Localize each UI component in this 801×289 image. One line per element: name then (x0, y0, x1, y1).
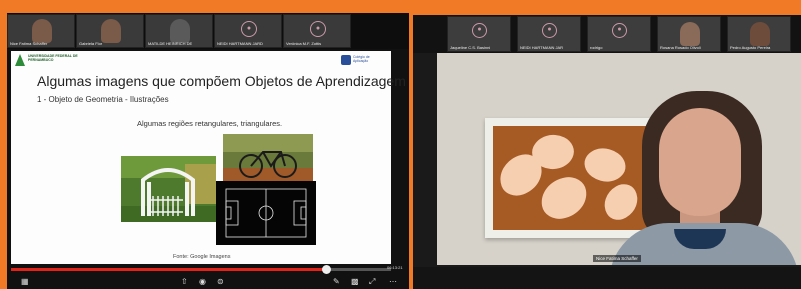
captions-icon[interactable]: ⊜ (217, 277, 224, 287)
wall-painting (485, 118, 655, 238)
grid-icon[interactable]: ▩ (351, 277, 359, 287)
logo-text: Colégio de Aplicação (353, 55, 370, 63)
participant-name: Pedro Augusto Pereira (730, 45, 771, 50)
user-avatar-icon: ● (310, 21, 326, 37)
flower-painting (493, 126, 647, 230)
user-avatar-icon: ● (241, 21, 257, 37)
bicycle-image (223, 134, 313, 184)
player-controls: ▦ ⇧ ◉ ⊜ ✎ ▩ ⤢ ⋯ (7, 275, 409, 289)
speaker-name-tag: Nice Fatima Schaffer (593, 255, 641, 262)
speaker-video (437, 53, 801, 265)
participant-tile[interactable]: ● NEIDI HARTMANN JARD (214, 14, 282, 48)
participant-name: Jaqueline C.S. Basinni (450, 45, 491, 50)
presentation-slide: UNIVERSIDADE FEDERAL DE PERNAMBUCO Colég… (11, 51, 406, 264)
participant-video (170, 19, 190, 43)
participant-video (750, 22, 770, 46)
bottom-bar (413, 267, 801, 289)
slide-title: Algumas imagens que compõem Objetos de A… (37, 73, 406, 89)
progress-fill (11, 268, 327, 271)
participant-tile[interactable]: ● rodrigo (587, 16, 651, 52)
participant-name: Gabriela Flor (79, 41, 103, 46)
participant-name: NEIDI HARTMANN JAR (520, 45, 564, 50)
share-icon[interactable]: ⇧ (181, 277, 188, 287)
participant-tile[interactable]: ● Verônica M.F. Zottis (283, 14, 351, 48)
user-avatar-icon: ● (612, 23, 627, 38)
progress-scrubber[interactable] (322, 265, 332, 274)
slide-caption: Algumas regiões retangulares, triangular… (137, 119, 283, 128)
participant-tile[interactable]: Rosana Rosado Olivoli (657, 16, 721, 52)
participant-name: Rosana Rosado Olivoli (660, 45, 701, 50)
participant-name: rodrigo (590, 45, 603, 50)
logo-text: UNIVERSIDADE FEDERAL DE PERNAMBUCO (28, 54, 78, 62)
participant-tile[interactable]: MATILDE HEINRICH DE (145, 14, 213, 48)
menu-icon[interactable]: ▦ (21, 277, 29, 287)
university-logo: UNIVERSIDADE FEDERAL DE PERNAMBUCO (15, 54, 85, 68)
user-avatar-icon: ● (542, 23, 557, 38)
speaker-video-panel: ● Jaqueline C.S. Basinni ● NEIDI HARTMAN… (413, 15, 801, 289)
shared-screen-panel: Nice Fatima Schaffer Gabriela Flor MATIL… (7, 13, 409, 289)
participant-video (101, 19, 121, 43)
participant-strip-left: Nice Fatima Schaffer Gabriela Flor MATIL… (7, 13, 409, 49)
participant-name: Nice Fatima Schaffer (10, 41, 48, 46)
participant-tile[interactable]: ● Jaqueline C.S. Basinni (447, 16, 511, 52)
school-logo: Colégio de Aplicação (341, 54, 385, 66)
volume-icon[interactable]: ◉ (199, 277, 206, 287)
playback-progress-bar[interactable] (11, 265, 391, 274)
participant-tile[interactable]: ● NEIDI HARTMANN JAR (517, 16, 581, 52)
soccer-field-image (216, 181, 316, 245)
timecode: 06:13:21 (387, 265, 403, 270)
participant-tile[interactable]: Gabriela Flor (76, 14, 144, 48)
expand-icon[interactable]: ⤢ (369, 277, 375, 287)
speaker-face (659, 108, 741, 216)
logo-mark-icon (15, 54, 25, 66)
participant-name: NEIDI HARTMANN JARD (217, 41, 263, 46)
participant-tile[interactable]: Nice Fatima Schaffer (7, 14, 75, 48)
participant-name: MATILDE HEINRICH DE (148, 41, 193, 46)
logo-mark-icon (341, 55, 351, 65)
garden-arch-image (121, 156, 216, 222)
participant-video (32, 19, 52, 43)
slide-source: Fonte: Google Imagens (173, 254, 231, 260)
participant-strip-right: ● Jaqueline C.S. Basinni ● NEIDI HARTMAN… (413, 15, 801, 53)
participant-tile[interactable]: Pedro Augusto Pereira (727, 16, 791, 52)
participant-video (680, 22, 700, 46)
more-icon[interactable]: ⋯ (389, 277, 397, 287)
user-avatar-icon: ● (472, 23, 487, 38)
slide-subtitle: 1 - Objeto de Geometria - Ilustrações (37, 95, 169, 104)
participant-name: Verônica M.F. Zottis (286, 41, 322, 46)
pen-icon[interactable]: ✎ (333, 277, 340, 287)
